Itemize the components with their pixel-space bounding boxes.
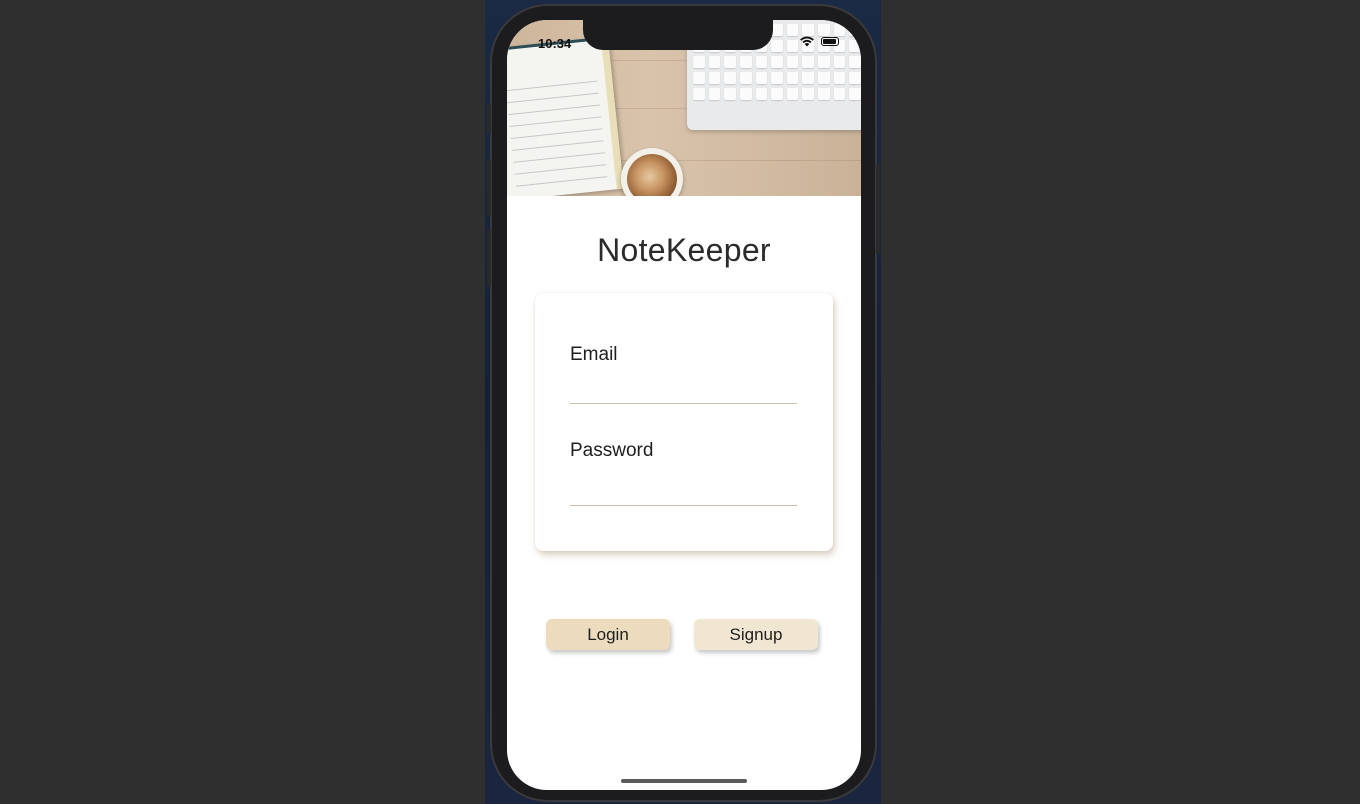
app-title: NoteKeeper — [597, 232, 771, 268]
notebook-graphic — [507, 36, 624, 196]
status-icons — [799, 36, 839, 47]
home-indicator[interactable] — [621, 779, 747, 783]
status-time: 10:34 — [538, 36, 572, 51]
mute-switch — [487, 104, 491, 134]
power-button — [876, 164, 880, 254]
wifi-icon — [800, 36, 814, 47]
phone-frame: 10:34 NoteKeeper Email Password Login Si… — [487, 4, 880, 802]
coffee-cup-graphic — [621, 148, 683, 196]
volume-down-button — [487, 229, 491, 287]
battery-icon — [821, 37, 839, 46]
email-field[interactable] — [570, 377, 797, 404]
volume-up-button — [487, 159, 491, 217]
email-label: Email — [570, 344, 618, 365]
password-field[interactable] — [570, 479, 797, 506]
password-label: Password — [570, 440, 654, 461]
phone-screen: 10:34 NoteKeeper Email Password Login Si… — [507, 20, 861, 790]
notch — [583, 20, 773, 50]
signup-button[interactable]: Signup — [694, 619, 818, 650]
login-card: Email Password — [535, 293, 833, 551]
login-button[interactable]: Login — [546, 619, 670, 650]
